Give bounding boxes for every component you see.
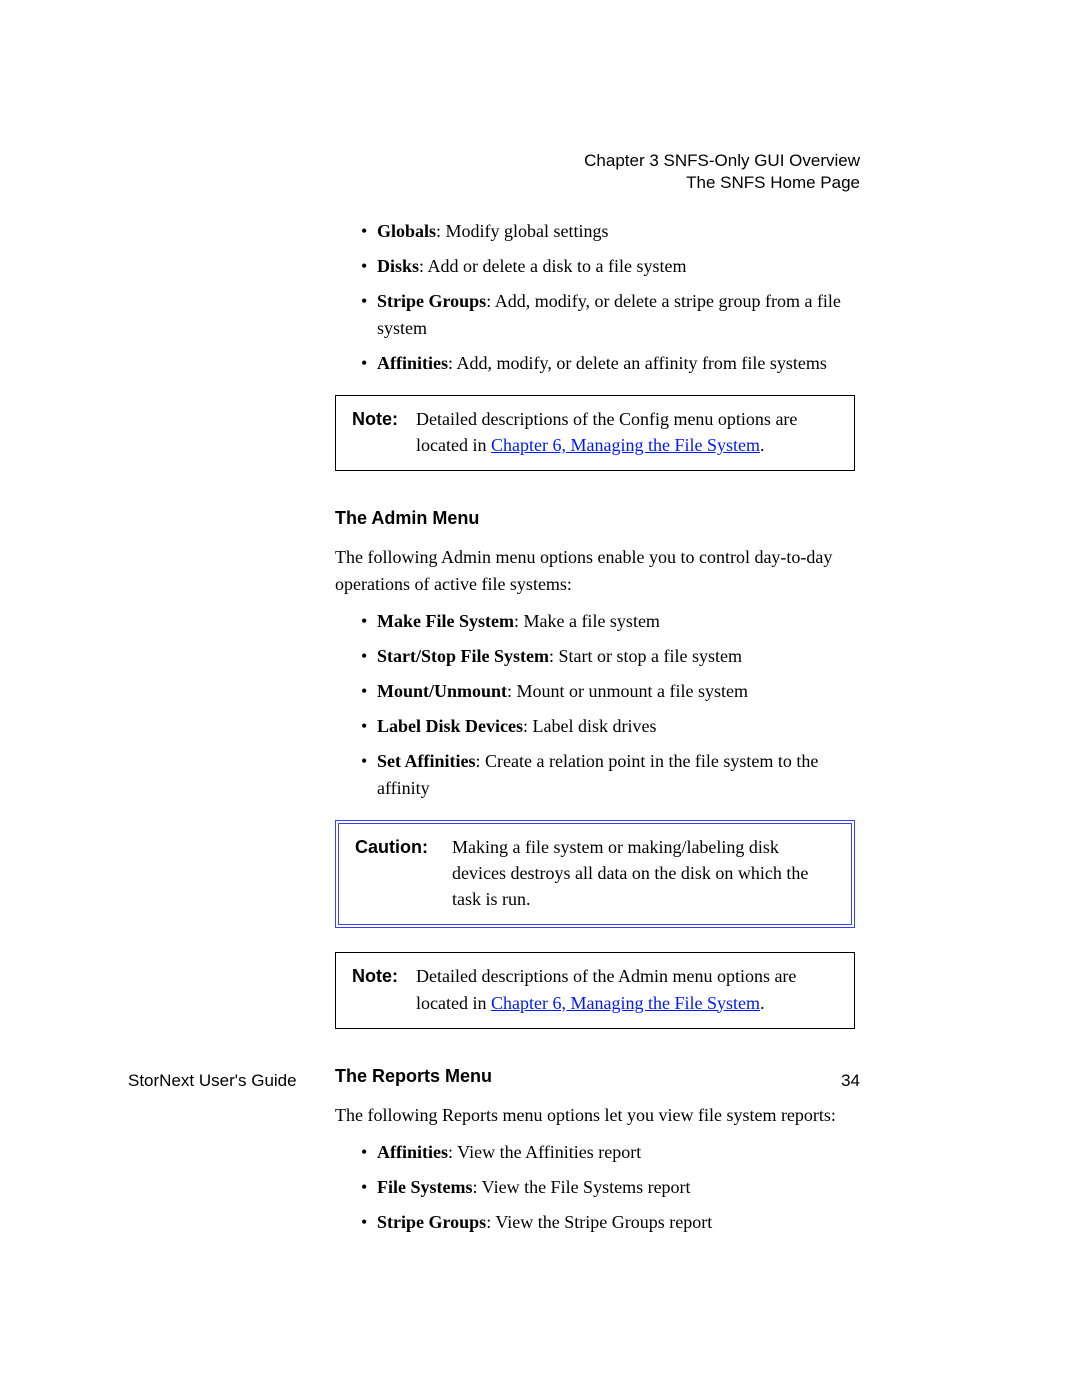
list-term: Affinities <box>377 353 448 373</box>
list-term: Disks <box>377 256 419 276</box>
list-desc: : Start or stop a file system <box>549 646 742 666</box>
footer-doc-title: StorNext User's Guide <box>128 1071 297 1091</box>
document-page: Chapter 3 SNFS-Only GUI Overview The SNF… <box>0 0 1080 1397</box>
config-menu-list: Globals: Modify global settings Disks: A… <box>361 218 855 377</box>
list-item: Label Disk Devices: Label disk drives <box>361 713 855 740</box>
list-term: Stripe Groups <box>377 1212 486 1232</box>
list-item: Start/Stop File System: Start or stop a … <box>361 643 855 670</box>
note-label: Note: <box>352 963 416 1015</box>
caution-label: Caution: <box>355 834 452 912</box>
header-chapter: Chapter 3 SNFS-Only GUI Overview <box>584 150 860 172</box>
list-term: Stripe Groups <box>377 291 486 311</box>
caution-box: Caution: Making a file system or making/… <box>335 820 855 928</box>
list-term: Globals <box>377 221 436 241</box>
reports-menu-list: Affinities: View the Affinities report F… <box>361 1139 855 1236</box>
note-label: Note: <box>352 406 416 458</box>
caution-body: Making a file system or making/labeling … <box>452 834 835 912</box>
list-item: Mount/Unmount: Mount or unmount a file s… <box>361 678 855 705</box>
note-box-admin: Note: Detailed descriptions of the Admin… <box>335 952 855 1028</box>
list-desc: : Modify global settings <box>436 221 609 241</box>
list-item: Stripe Groups: Add, modify, or delete a … <box>361 288 855 342</box>
note-body: Detailed descriptions of the Admin menu … <box>416 963 838 1015</box>
list-desc: : Add, modify, or delete an affinity fro… <box>448 353 827 373</box>
page-content: Globals: Modify global settings Disks: A… <box>335 218 855 1252</box>
list-item: Make File System: Make a file system <box>361 608 855 635</box>
list-desc: : Mount or unmount a file system <box>507 681 748 701</box>
note-body: Detailed descriptions of the Config menu… <box>416 406 838 458</box>
reports-intro: The following Reports menu options let y… <box>335 1102 855 1129</box>
admin-intro: The following Admin menu options enable … <box>335 544 855 598</box>
list-term: Mount/Unmount <box>377 681 507 701</box>
list-term: Affinities <box>377 1142 448 1162</box>
list-term: File Systems <box>377 1177 472 1197</box>
list-item: Disks: Add or delete a disk to a file sy… <box>361 253 855 280</box>
chapter-6-link[interactable]: Chapter 6, Managing the File System <box>491 435 760 455</box>
list-item: Set Affinities: Create a relation point … <box>361 748 855 802</box>
list-desc: : View the Affinities report <box>448 1142 641 1162</box>
list-desc: : View the File Systems report <box>472 1177 690 1197</box>
note-text-suffix: . <box>760 993 765 1013</box>
list-term: Set Affinities <box>377 751 476 771</box>
admin-menu-list: Make File System: Make a file system Sta… <box>361 608 855 802</box>
list-desc: : Make a file system <box>514 611 660 631</box>
note-text-suffix: . <box>760 435 765 455</box>
reports-menu-heading: The Reports Menu <box>335 1063 855 1090</box>
list-term: Start/Stop File System <box>377 646 549 666</box>
list-item: Affinities: Add, modify, or delete an af… <box>361 350 855 377</box>
header-subline: The SNFS Home Page <box>584 172 860 194</box>
admin-menu-heading: The Admin Menu <box>335 505 855 532</box>
list-term: Make File System <box>377 611 514 631</box>
list-desc: : Add or delete a disk to a file system <box>419 256 686 276</box>
list-item: Stripe Groups: View the Stripe Groups re… <box>361 1209 855 1236</box>
list-item: Globals: Modify global settings <box>361 218 855 245</box>
list-item: Affinities: View the Affinities report <box>361 1139 855 1166</box>
chapter-6-link[interactable]: Chapter 6, Managing the File System <box>491 993 760 1013</box>
page-header: Chapter 3 SNFS-Only GUI Overview The SNF… <box>584 150 860 194</box>
note-box-config: Note: Detailed descriptions of the Confi… <box>335 395 855 471</box>
list-desc: : View the Stripe Groups report <box>486 1212 712 1232</box>
list-term: Label Disk Devices <box>377 716 523 736</box>
list-item: File Systems: View the File Systems repo… <box>361 1174 855 1201</box>
list-desc: : Label disk drives <box>523 716 656 736</box>
footer-page-number: 34 <box>841 1071 860 1091</box>
